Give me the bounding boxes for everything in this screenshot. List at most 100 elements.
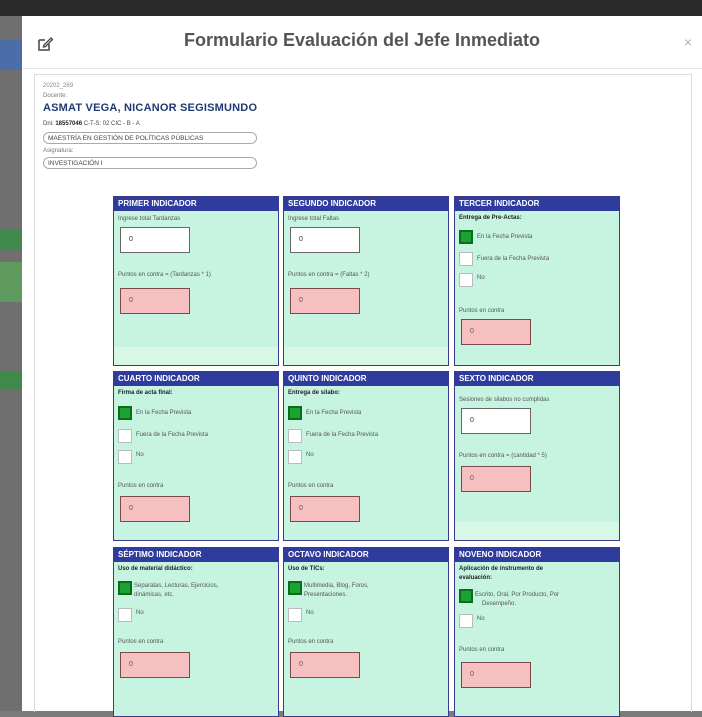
card-footer	[284, 347, 448, 365]
option-label: Multimedia, Blog, Foros,	[304, 583, 369, 589]
points-field: 0	[461, 319, 531, 345]
option-checkbox-checked[interactable]	[288, 581, 302, 595]
card-footer	[114, 347, 278, 365]
option-checkbox[interactable]	[118, 450, 132, 464]
dni-value: 18557046	[55, 121, 83, 127]
question-text: Aplicación de instrumento de	[459, 566, 544, 572]
option-label: No	[136, 610, 144, 616]
record-code: 20202_269	[43, 83, 74, 89]
option-label: Fuera de la Fecha Prevista	[477, 256, 550, 262]
card-title: SEGUNDO INDICADOR	[284, 197, 448, 211]
question-text-cont: evaluación:	[459, 575, 493, 581]
option-label: En la Fecha Prevista	[477, 234, 533, 240]
indicator-card-6: SEXTO INDICADOR Sesiones de silabos no c…	[454, 371, 620, 541]
option-label: No	[477, 616, 485, 622]
points-label: Puntos en contra	[459, 308, 505, 314]
docente-label: Docente:	[43, 93, 68, 99]
points-label: Puntos en contra	[459, 647, 505, 653]
option-label: En la Fecha Prevista	[306, 410, 362, 416]
option-label-cont: dinámicas, etc.	[134, 592, 175, 598]
backdrop-strip	[0, 372, 22, 390]
points-field: 0	[120, 496, 190, 522]
docente-name: ASMAT VEGA, NICANOR SEGISMUNDO	[43, 102, 258, 114]
tardanzas-input[interactable]: 0	[120, 227, 190, 253]
option-checkbox-checked[interactable]	[118, 581, 132, 595]
card-title: QUINTO INDICADOR	[284, 372, 448, 386]
dni-label: Dni:	[43, 121, 54, 127]
option-label: No	[136, 452, 144, 458]
indicator-card-8: OCTAVO INDICADOR Uso de TICs: Multimedia…	[283, 547, 449, 717]
option-label: No	[306, 610, 314, 616]
sesiones-input[interactable]: 0	[461, 408, 531, 434]
formula-text: Puntos en contra = (cantidad * 5)	[459, 453, 547, 459]
formula-text: Puntos en contra = (Faltas * 2)	[288, 272, 370, 278]
card-footer	[455, 522, 619, 540]
option-label-cont: Desempeño.	[482, 601, 517, 607]
card-title: NOVENO INDICADOR	[455, 548, 619, 562]
indicator-card-5: QUINTO INDICADOR Entrega de silabo: En l…	[283, 371, 449, 541]
points-field: 0	[461, 466, 531, 492]
option-checkbox[interactable]	[459, 614, 473, 628]
option-checkbox-checked[interactable]	[288, 406, 302, 420]
option-checkbox[interactable]	[288, 429, 302, 443]
option-checkbox[interactable]	[459, 273, 473, 287]
points-label: Puntos en contra	[288, 483, 334, 489]
asignatura-label: Asignatura:	[43, 148, 74, 154]
docente-dni-line: Dni: 18557046 C-T-S: 02 CIC - B - A	[43, 121, 140, 127]
question-text: Firma de acta final:	[118, 390, 173, 396]
faltas-input[interactable]: 0	[290, 227, 360, 253]
option-checkbox[interactable]	[459, 252, 473, 266]
option-label: En la Fecha Prevista	[136, 410, 192, 416]
question-text: Entrega de silabo:	[288, 390, 341, 396]
input-prompt: Ingrese total Tardanzas	[118, 216, 181, 222]
option-label: No	[477, 275, 485, 281]
option-label: Escrito, Oral, Por Producto, Por	[475, 592, 560, 598]
top-bar	[0, 0, 702, 16]
option-checkbox[interactable]	[118, 608, 132, 622]
points-field: 0	[290, 652, 360, 678]
input-prompt: Sesiones de silabos no cumplidas	[459, 397, 550, 403]
points-field: 0	[290, 496, 360, 522]
close-button[interactable]: ×	[684, 34, 692, 50]
points-field: 0	[120, 652, 190, 678]
indicator-card-9: NOVENO INDICADOR Aplicación de instrumen…	[454, 547, 620, 717]
cts-value: C-T-S: 02 CIC - B - A	[83, 121, 140, 127]
card-title: OCTAVO INDICADOR	[284, 548, 448, 562]
points-label: Puntos en contra	[288, 639, 334, 645]
option-checkbox-checked[interactable]	[459, 589, 473, 603]
modal-body: 20202_269 Docente: ASMAT VEGA, NICANOR S…	[34, 74, 692, 717]
backdrop-strip	[0, 262, 22, 302]
input-prompt: Ingrese total Faltas	[288, 216, 340, 222]
option-label: Separatas, Lecturas, Ejercicios,	[134, 583, 219, 589]
points-field: 0	[290, 288, 360, 314]
formula-text: Puntos en contra = (Tardanzas * 1)	[118, 272, 211, 278]
modal-title: Formulario Evaluación del Jefe Inmediato	[183, 30, 541, 50]
indicator-card-3: TERCER INDICADOR Entrega de Pre-Actas: E…	[454, 196, 620, 366]
card-title: SÉPTIMO INDICADOR	[114, 548, 278, 562]
indicator-card-1: PRIMER INDICADOR Ingrese total Tardanzas…	[113, 196, 279, 366]
backdrop-strip	[0, 230, 22, 250]
indicator-card-7: SÉPTIMO INDICADOR Uso de material didáct…	[113, 547, 279, 717]
program-field: MAESTRÍA EN GESTIÓN DE POLÍTICAS PÚBLICA…	[43, 132, 257, 144]
points-label: Puntos en contra	[118, 639, 164, 645]
option-checkbox[interactable]	[288, 450, 302, 464]
indicator-card-2: SEGUNDO INDICADOR Ingrese total Faltas 0…	[283, 196, 449, 366]
modal-header: Formulario Evaluación del Jefe Inmediato…	[22, 16, 702, 69]
option-checkbox[interactable]	[118, 429, 132, 443]
asignatura-field: INVESTIGACIÓN I	[43, 157, 257, 169]
question-text: Uso de TICs:	[288, 566, 325, 572]
card-title: SEXTO INDICADOR	[455, 372, 619, 386]
option-label: Fuera de la Fecha Prevista	[306, 432, 379, 438]
points-label: Puntos en contra	[118, 483, 164, 489]
question-text: Uso de material didáctico:	[118, 566, 193, 572]
question-text: Entrega de Pre-Actas:	[459, 215, 522, 221]
points-field: 0	[461, 662, 531, 688]
option-checkbox-checked[interactable]	[118, 406, 132, 420]
indicator-card-4: CUARTO INDICADOR Firma de acta final: En…	[113, 371, 279, 541]
option-label: No	[306, 452, 314, 458]
option-label-cont: Presentaciones.	[304, 592, 348, 598]
option-checkbox[interactable]	[288, 608, 302, 622]
card-title: CUARTO INDICADOR	[114, 372, 278, 386]
backdrop-strip	[0, 40, 22, 70]
option-checkbox-checked[interactable]	[459, 230, 473, 244]
